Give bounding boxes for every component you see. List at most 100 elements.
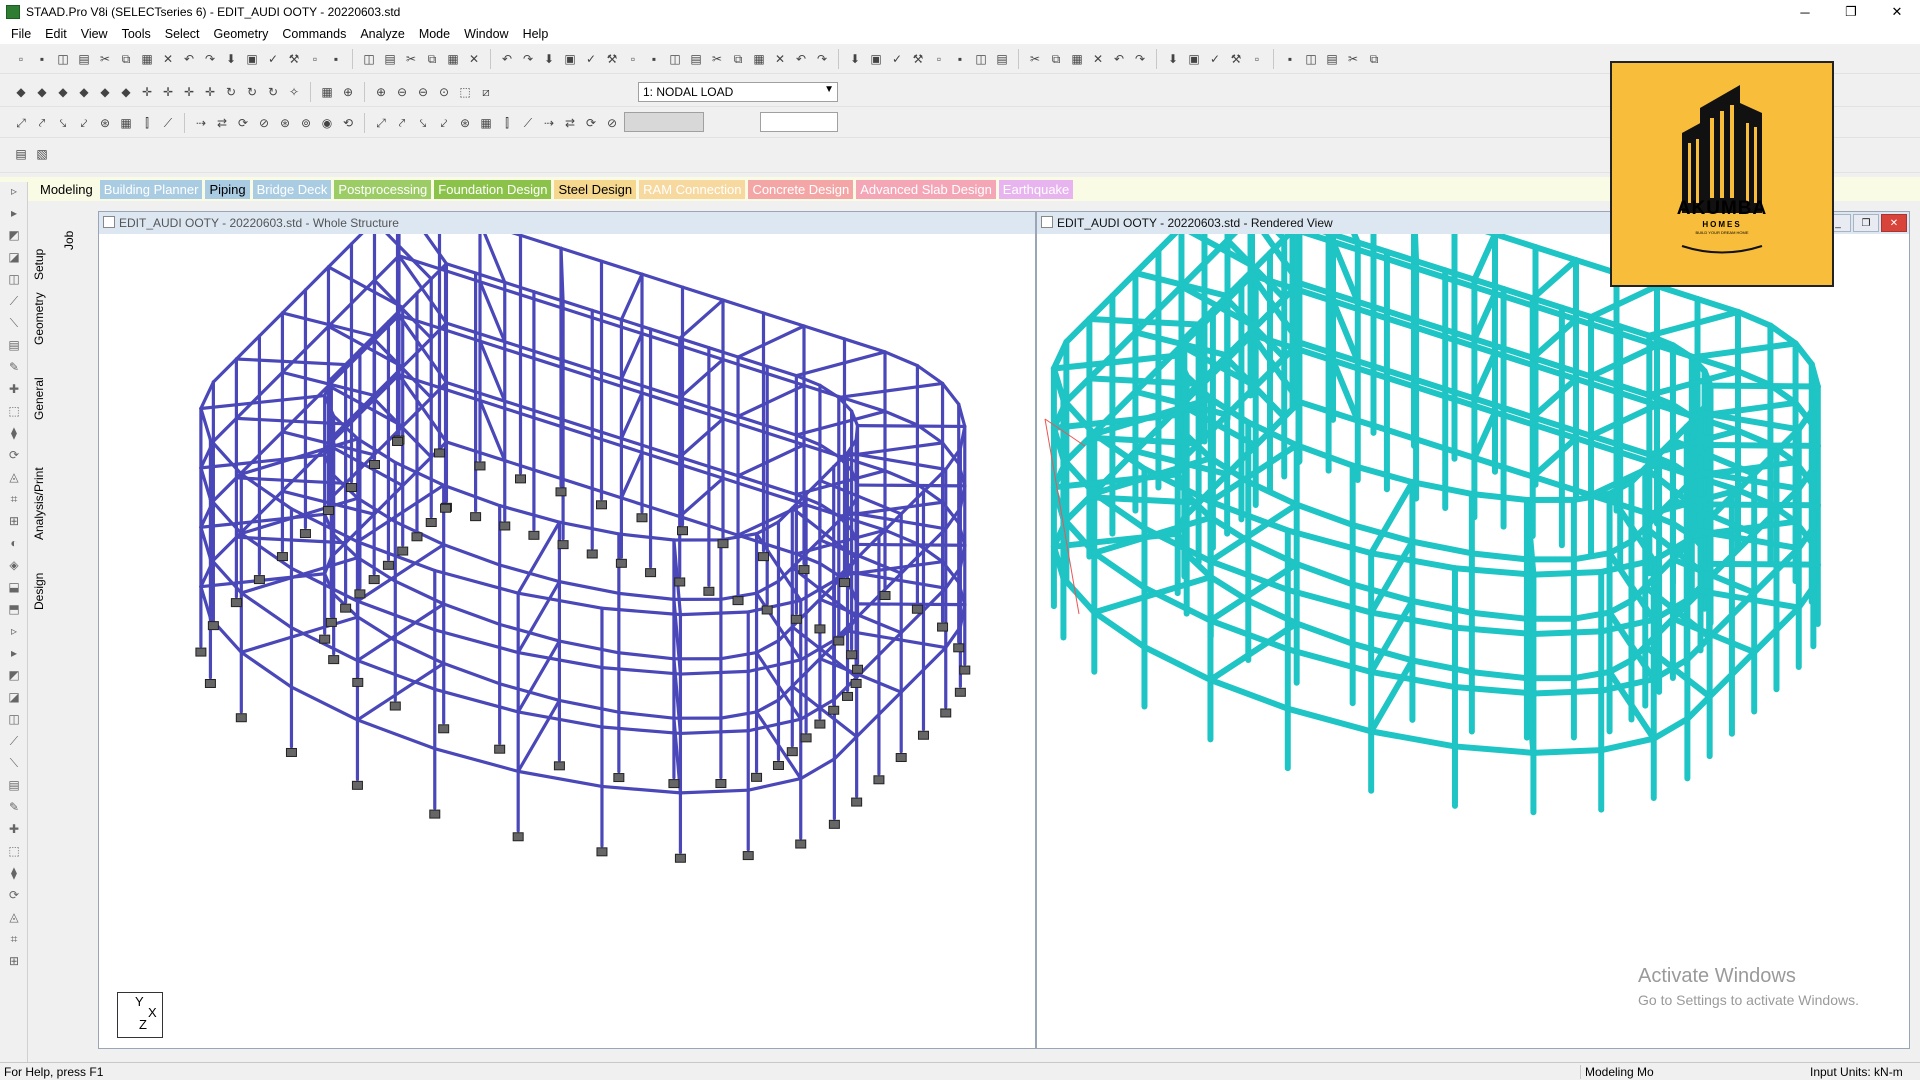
fixed-support-icon[interactable]	[425, 518, 437, 528]
structure-member[interactable]	[1293, 620, 1356, 647]
toolbar-tool-icon[interactable]: ↶	[1110, 50, 1128, 68]
fixed-support-icon[interactable]	[742, 851, 754, 861]
structure-member[interactable]	[561, 477, 594, 491]
fixed-support-icon[interactable]	[285, 747, 297, 757]
toolbar-tool-icon[interactable]: ◆	[117, 83, 135, 101]
toolbar-tool-icon[interactable]: ⊕	[339, 83, 357, 101]
structure-member[interactable]	[1284, 705, 1375, 735]
structure-member[interactable]	[719, 650, 759, 661]
structure-member[interactable]	[1751, 626, 1780, 656]
mode-tab-building-planner[interactable]: Building Planner	[99, 179, 203, 199]
toolbar-tool-icon[interactable]: ▣	[1185, 50, 1203, 68]
toolbar-tool-icon[interactable]: ⤢	[372, 114, 390, 132]
toolbar-tool-icon[interactable]: ↻	[243, 83, 261, 101]
toolbar-tool-icon[interactable]: ▫	[624, 50, 642, 68]
fixed-support-icon[interactable]	[800, 733, 812, 743]
cursor-tool-icon[interactable]: ✎	[4, 800, 24, 820]
fixed-support-icon[interactable]	[828, 819, 840, 829]
cursor-tool-icon[interactable]: ⊞	[4, 514, 24, 534]
structure-member[interactable]	[1413, 436, 1449, 452]
structure-member[interactable]	[794, 350, 887, 378]
fixed-support-icon[interactable]	[851, 797, 863, 807]
structure-member[interactable]	[1349, 462, 1416, 486]
structure-member[interactable]	[1707, 442, 1821, 449]
toolbar-tool-icon[interactable]: ✂	[708, 50, 726, 68]
toolbar-tool-icon[interactable]: ↷	[1131, 50, 1149, 68]
fixed-support-icon[interactable]	[299, 529, 311, 539]
child-close-button[interactable]: ✕	[1881, 214, 1907, 232]
cursor-tool-icon[interactable]: ◫	[4, 272, 24, 292]
toolbar-tool-icon[interactable]: ⊛	[276, 114, 294, 132]
toolbar-tool-icon[interactable]: ▤	[993, 50, 1011, 68]
structure-member[interactable]	[257, 370, 285, 397]
menu-edit[interactable]: Edit	[38, 27, 74, 41]
fixed-support-icon[interactable]	[515, 474, 526, 484]
structure-member[interactable]	[855, 542, 967, 547]
structure-member[interactable]	[1409, 538, 1475, 557]
structure-member[interactable]	[280, 288, 308, 315]
structure-member[interactable]	[899, 490, 926, 516]
fixed-support-icon[interactable]	[368, 575, 380, 585]
structure-member[interactable]	[211, 535, 238, 562]
tab-geometry[interactable]: Geometry	[32, 292, 46, 345]
tab-job[interactable]: Job	[62, 231, 76, 250]
fixed-support-icon[interactable]	[615, 558, 627, 568]
fixed-support-icon[interactable]	[253, 575, 265, 585]
fixed-support-icon[interactable]	[850, 678, 862, 688]
fixed-support-icon[interactable]	[351, 780, 363, 790]
structure-member[interactable]	[559, 424, 565, 481]
tab-analysis-print[interactable]: Analysis/Print	[32, 467, 46, 540]
cursor-tool-icon[interactable]: ⟳	[4, 448, 24, 468]
toolbar-tool-icon[interactable]: ⇄	[213, 114, 231, 132]
toolbar-tool-icon[interactable]: ⊖	[393, 83, 411, 101]
structure-member[interactable]	[433, 687, 520, 714]
structure-member[interactable]	[600, 725, 683, 736]
structure-member[interactable]	[617, 532, 676, 542]
menu-analyze[interactable]: Analyze	[353, 27, 411, 41]
structure-member[interactable]	[721, 476, 766, 493]
toolbar-tool-icon[interactable]: ▦	[444, 50, 462, 68]
fixed-support-icon[interactable]	[512, 832, 524, 842]
structure-member[interactable]	[1451, 743, 1537, 756]
structure-member[interactable]	[199, 380, 215, 411]
toolbar-tool-icon[interactable]: ✛	[180, 83, 198, 101]
toolbar-tool-icon[interactable]: ✂	[96, 50, 114, 68]
structure-member[interactable]	[1530, 747, 1605, 756]
toolbar-tool-icon[interactable]: ▦	[477, 114, 495, 132]
toolbar-tool-icon[interactable]: ⫿	[498, 114, 516, 132]
fixed-support-icon[interactable]	[717, 539, 729, 549]
fixed-support-icon[interactable]	[499, 521, 511, 531]
structure-member[interactable]	[845, 570, 948, 590]
toolbar-tool-icon[interactable]: ⊚	[297, 114, 315, 132]
toolbar-tool-icon[interactable]: ⊙	[435, 83, 453, 101]
fixed-support-icon[interactable]	[732, 596, 744, 606]
fixed-support-icon[interactable]	[795, 839, 807, 849]
combo-disabled[interactable]	[624, 112, 704, 132]
structure-member[interactable]	[1451, 565, 1537, 578]
structure-member[interactable]	[401, 291, 419, 310]
structure-member[interactable]	[372, 255, 400, 282]
structure-member[interactable]	[1530, 687, 1605, 697]
toolbar-tool-icon[interactable]: ⫿	[138, 114, 156, 132]
mode-tab-foundation-design[interactable]: Foundation Design	[434, 179, 552, 199]
structure-member[interactable]	[883, 350, 920, 368]
load-case-select[interactable]: 1: NODAL LOAD ▼	[638, 82, 838, 102]
fixed-support-icon[interactable]	[833, 636, 845, 646]
mode-tab-steel-design[interactable]: Steel Design	[554, 179, 637, 199]
structure-member[interactable]	[1207, 620, 1300, 683]
structure-member[interactable]	[1529, 257, 1579, 302]
fixed-support-icon[interactable]	[674, 853, 686, 863]
tab-setup[interactable]: Setup	[32, 249, 46, 280]
structure-member[interactable]	[1411, 324, 1420, 383]
structure-member[interactable]	[303, 324, 331, 351]
structure-member[interactable]	[1293, 442, 1356, 469]
fixed-support-icon[interactable]	[340, 603, 352, 613]
structure-member[interactable]	[1530, 628, 1605, 638]
structure-member[interactable]	[518, 411, 563, 429]
structure-member[interactable]	[1411, 264, 1420, 324]
structure-member[interactable]	[877, 690, 903, 716]
whole-structure-title-bar[interactable]: EDIT_AUDI OOTY - 20220603.std - Whole St…	[99, 212, 1035, 234]
structure-member[interactable]	[1063, 494, 1093, 524]
toolbar-tool-icon[interactable]: ⟳	[582, 114, 600, 132]
structure-member[interactable]	[837, 381, 945, 400]
